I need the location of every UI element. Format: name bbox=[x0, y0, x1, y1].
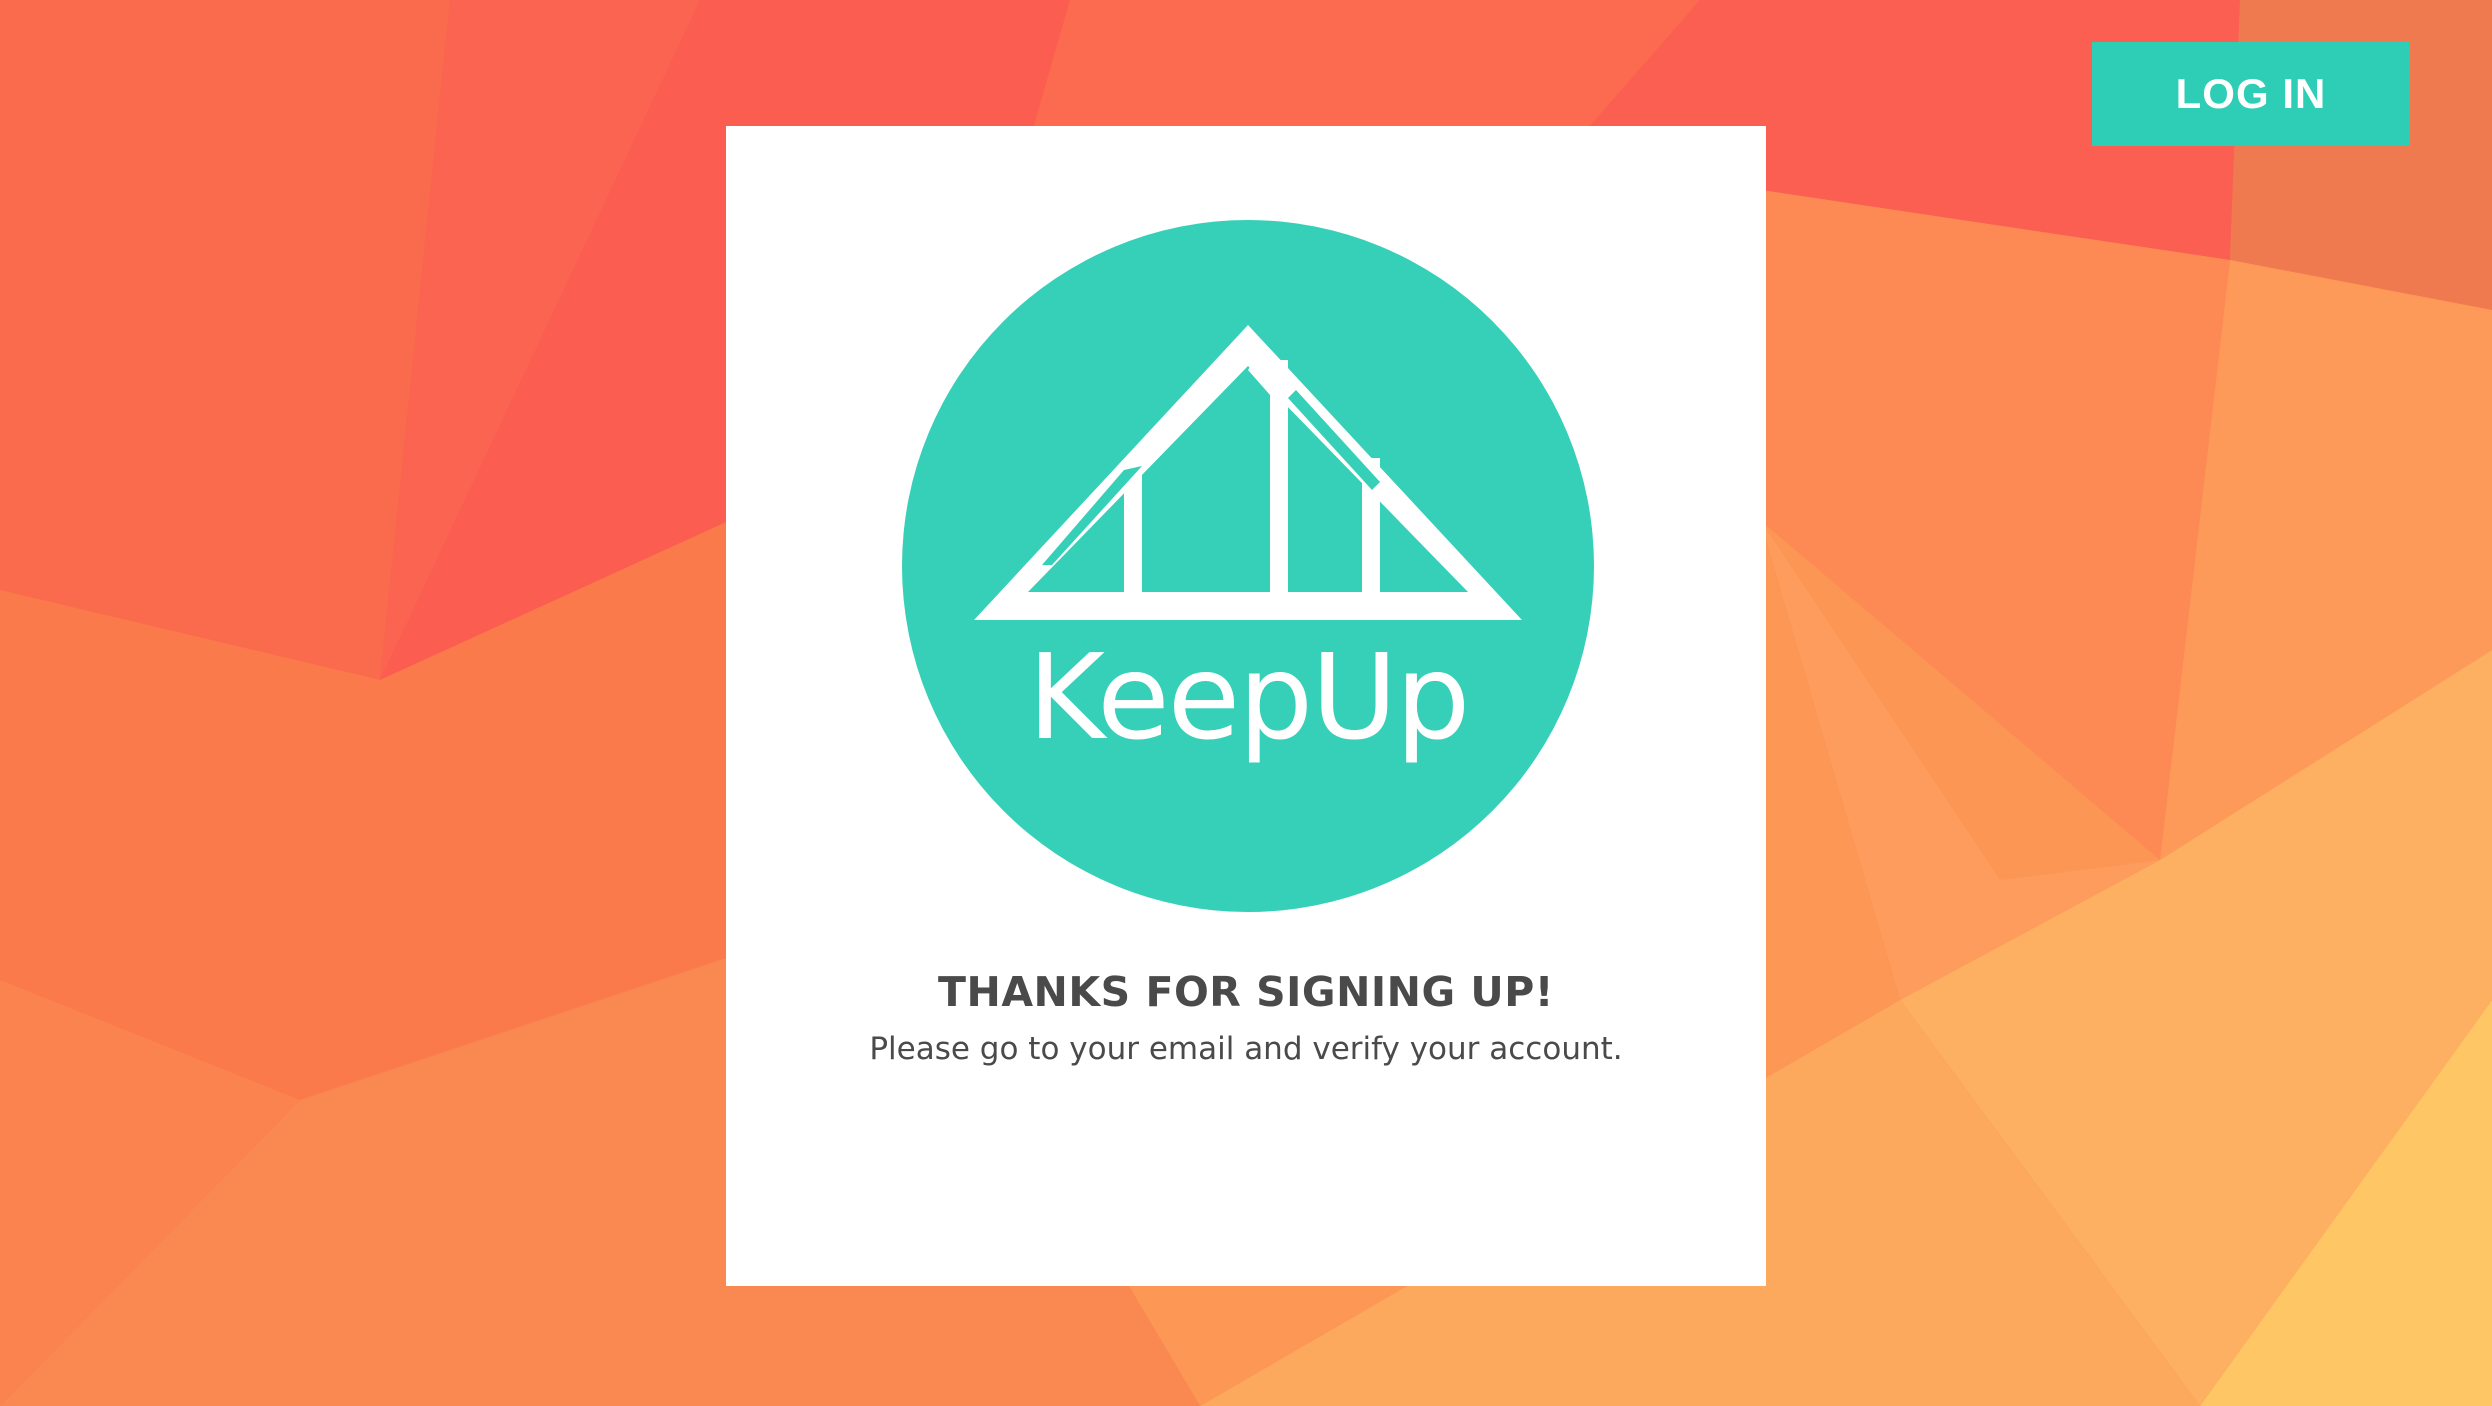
verify-email-message: Please go to your email and verify your … bbox=[869, 1031, 1623, 1067]
signup-confirmation-page: LOG IN KeepUp THANKS FOR SIGNING UP! Ple… bbox=[0, 0, 2492, 1406]
keepup-logo: KeepUp bbox=[902, 220, 1594, 912]
confirmation-card: KeepUp THANKS FOR SIGNING UP! Please go … bbox=[726, 126, 1766, 1286]
login-button[interactable]: LOG IN bbox=[2092, 42, 2410, 146]
keepup-house-logo-icon bbox=[902, 220, 1594, 912]
confirmation-headline: THANKS FOR SIGNING UP! bbox=[938, 968, 1554, 1016]
logo-wordmark: KeepUp bbox=[1027, 628, 1471, 766]
